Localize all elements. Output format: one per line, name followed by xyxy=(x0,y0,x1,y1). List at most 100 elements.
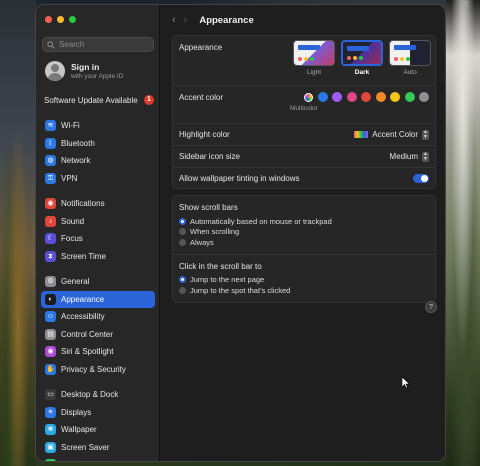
sidebar-item-label: Siri & Spotlight xyxy=(61,347,114,357)
sidebar-item-siri-spotlight[interactable]: ◉ Siri & Spotlight xyxy=(41,343,155,361)
radio-button[interactable] xyxy=(179,276,186,284)
close-x-icon[interactable]: ✕ xyxy=(462,0,470,10)
appearance-row: Appearance Light Dark Auto xyxy=(173,36,435,86)
sidebar-item-displays[interactable]: ☀ Displays xyxy=(41,404,155,422)
sidebar-item-label: Accessibility xyxy=(61,312,105,322)
sidebar-item-screen-time[interactable]: ⧗ Screen Time xyxy=(41,248,155,266)
show-scroll-bars-label: Show scroll bars xyxy=(179,203,238,212)
accessibility-icon: ☺ xyxy=(45,311,56,323)
vpn-icon: ⚿ xyxy=(45,172,56,184)
accent-swatch[interactable] xyxy=(375,92,386,102)
back-chevron-icon[interactable]: ‹ xyxy=(172,14,176,26)
desktop-wallpaper-left xyxy=(0,0,36,466)
dock-icon: ▭ xyxy=(45,389,56,401)
radio-option[interactable]: Automatically based on mouse or trackpad xyxy=(179,216,429,227)
sidebar-item-screen-saver[interactable]: ▣ Screen Saver xyxy=(41,439,155,457)
wallpaper-tinting-row: Allow wallpaper tinting in windows xyxy=(173,168,435,188)
accent-swatch[interactable] xyxy=(390,92,400,102)
help-button[interactable]: ? xyxy=(425,301,437,313)
sound-icon: ♪ xyxy=(45,215,56,227)
sidebar-item-label: Privacy & Security xyxy=(61,364,126,374)
page-title: Appearance xyxy=(199,14,254,26)
search-input[interactable] xyxy=(59,40,149,49)
sidebar-item-label: Battery xyxy=(61,460,86,461)
siri-icon: ◉ xyxy=(45,346,56,358)
sidebar-item-wallpaper[interactable]: ❀ Wallpaper xyxy=(41,421,155,439)
radio-label: Automatically based on mouse or trackpad xyxy=(190,216,332,226)
appearance-icon: ◐ xyxy=(45,293,56,305)
accent-swatch-multicolor[interactable] xyxy=(304,92,313,102)
sidebar: Sign in with your Apple ID Software Upda… xyxy=(36,5,160,461)
sidebar-item-label: Desktop & Dock xyxy=(61,390,119,400)
accent-swatch[interactable] xyxy=(332,92,342,102)
accent-swatch[interactable] xyxy=(317,92,328,102)
sidebar-icon-size-popup[interactable]: Medium ▲ ▼ xyxy=(390,150,429,162)
appearance-option-caption: Dark xyxy=(354,69,370,76)
sidebar-item-accessibility[interactable]: ☺ Accessibility xyxy=(41,308,155,326)
sidebar-item-general[interactable]: ⚙ General xyxy=(41,273,155,291)
control-center-icon: ▤ xyxy=(45,328,56,340)
radio-button[interactable] xyxy=(179,286,186,294)
update-count-badge: 1 xyxy=(144,95,154,105)
appearance-preview xyxy=(341,40,383,66)
highlight-color-popup[interactable]: Accent Color ▲ ▼ xyxy=(354,129,429,140)
bluetooth-icon: ᛒ xyxy=(45,137,56,149)
radio-button[interactable] xyxy=(179,228,186,236)
sidebar-item-focus[interactable]: ☾ Focus xyxy=(41,230,155,248)
appearance-option-auto[interactable]: Auto xyxy=(389,40,431,76)
wallpaper-tinting-toggle[interactable] xyxy=(413,173,429,183)
sidebar-item-sound[interactable]: ♪ Sound xyxy=(41,213,155,231)
radio-option[interactable]: Jump to the spot that’s clicked xyxy=(179,285,429,296)
sidebar-item-label: VPN xyxy=(61,173,78,183)
radio-label: When scrolling xyxy=(190,227,240,237)
accent-swatch[interactable] xyxy=(419,92,429,102)
appearance-option-dark[interactable]: Dark xyxy=(341,40,383,76)
hand-icon: ✋ xyxy=(45,363,56,375)
zoom-window-button[interactable] xyxy=(69,16,76,23)
sidebar-item-wi-fi[interactable]: ≋ Wi-Fi xyxy=(41,117,155,135)
accent-swatch[interactable] xyxy=(361,92,371,102)
sidebar-item-label: Bluetooth xyxy=(61,138,95,148)
radio-button[interactable] xyxy=(179,217,186,225)
appearance-options: Light Dark Auto xyxy=(293,40,431,76)
radio-option[interactable]: When scrolling xyxy=(179,227,429,238)
sidebar-nav: ≋ Wi-Fi ᛒ Bluetooth ◍ Network ⚿ VPN ◉ Notificatio… xyxy=(41,117,155,461)
appearance-option-light[interactable]: Light xyxy=(293,40,335,76)
radio-option[interactable]: Jump to the next page xyxy=(179,275,429,286)
radio-label: Always xyxy=(190,237,214,247)
search-field[interactable] xyxy=(42,37,154,52)
updown-chevron-icon: ▲ ▼ xyxy=(422,150,429,162)
sidebar-item-label: Wi-Fi xyxy=(61,121,80,131)
accent-caption: Multicolor xyxy=(290,105,318,112)
sidebar-icon-size-row: Sidebar icon size Medium ▲ ▼ xyxy=(173,146,435,168)
apple-id-signin[interactable]: Sign in with your Apple ID xyxy=(45,61,123,81)
wallpaper-tinting-label: Allow wallpaper tinting in windows xyxy=(179,173,300,183)
accent-swatches xyxy=(304,92,429,102)
sidebar-item-vpn[interactable]: ⚿ VPN xyxy=(41,170,155,188)
accent-swatch[interactable] xyxy=(346,92,357,102)
main-content: ‹ › Appearance Appearance Light Dark Auto … xyxy=(160,5,445,461)
close-window-button[interactable] xyxy=(45,16,52,23)
radio-button[interactable] xyxy=(179,238,186,246)
software-update-item[interactable]: Software Update Available 1 xyxy=(44,95,154,105)
forward-chevron-icon[interactable]: › xyxy=(184,14,188,26)
sidebar-item-label: Control Center xyxy=(61,329,114,339)
minimize-window-button[interactable] xyxy=(57,16,64,23)
software-update-label: Software Update Available xyxy=(44,95,138,105)
highlight-swatch xyxy=(354,131,369,138)
sidebar-item-label: Wallpaper xyxy=(61,425,97,435)
sidebar-item-label: Network xyxy=(61,156,91,166)
scroll-bar-panel: Show scroll bars Automatically based on … xyxy=(172,195,436,303)
sidebar-item-control-center[interactable]: ▤ Control Center xyxy=(41,326,155,344)
sidebar-item-bluetooth[interactable]: ᛒ Bluetooth xyxy=(41,135,155,153)
sidebar-item-privacy-security[interactable]: ✋ Privacy & Security xyxy=(41,361,155,379)
sidebar-item-desktop-dock[interactable]: ▭ Desktop & Dock xyxy=(41,386,155,404)
appearance-preview xyxy=(389,40,431,66)
sidebar-item-network[interactable]: ◍ Network xyxy=(41,152,155,170)
sidebar-item-appearance[interactable]: ◐ Appearance xyxy=(41,290,155,308)
radio-option[interactable]: Always xyxy=(179,237,429,248)
sidebar-item-notifications[interactable]: ◉ Notifications xyxy=(41,195,155,213)
sidebar-item-battery[interactable]: ▮ Battery xyxy=(41,456,155,461)
settings-window: Sign in with your Apple ID Software Upda… xyxy=(35,4,446,462)
accent-swatch[interactable] xyxy=(404,92,415,102)
